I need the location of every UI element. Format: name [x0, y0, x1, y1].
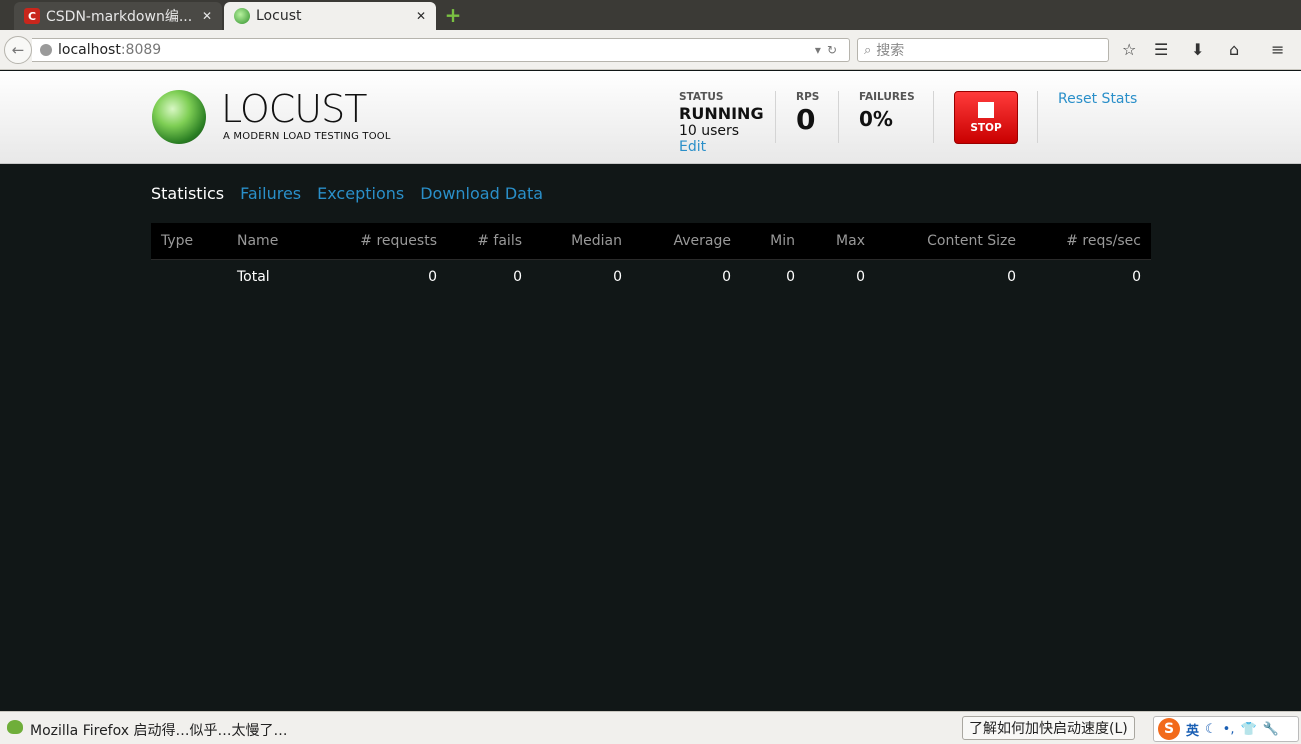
column-header[interactable]: Content Size	[875, 223, 1026, 260]
search-icon: ⌕	[864, 42, 872, 58]
failures-label: FAILURES	[859, 91, 915, 103]
column-header[interactable]: # requests	[337, 223, 447, 260]
url-bar[interactable]: localhost :8089 ▾↻	[32, 38, 850, 62]
locust-icon	[234, 8, 250, 24]
moon-icon[interactable]: ☾	[1205, 722, 1217, 737]
user-count: 10 users	[679, 123, 740, 139]
skin-icon[interactable]: 👕	[1240, 722, 1256, 737]
logo-title: LOCUST	[221, 87, 367, 131]
tab-statistics[interactable]: Statistics	[151, 184, 224, 203]
table-cell: 0	[786, 269, 795, 286]
rps-label: RPS	[796, 91, 820, 103]
failures-box: FAILURES 0%	[859, 91, 915, 131]
navigation-bar: ← localhost :8089 ▾↻ ⌕ 搜索 ☆ ☰ ⬇ ⌂ ≡	[0, 30, 1301, 70]
rps-value: 0	[796, 103, 816, 136]
divider	[838, 91, 839, 143]
download-icon[interactable]: ⬇	[1191, 40, 1204, 59]
browser-window: C CSDN-markdown编... ✕ Locust ✕ + ← local…	[0, 0, 1301, 744]
tab-title: Locust	[256, 8, 302, 24]
csdn-icon: C	[24, 8, 40, 24]
back-button[interactable]: ←	[4, 36, 32, 64]
locust-page: LOCUST A MODERN LOAD TESTING TOOL STATUS…	[0, 71, 1301, 711]
learn-speedup-button[interactable]: 了解如何加快启动速度(L)	[962, 716, 1135, 740]
column-header[interactable]: Median	[532, 223, 632, 260]
divider	[1037, 91, 1038, 143]
column-header[interactable]: Type	[151, 223, 227, 260]
wrench-icon[interactable]: 🔧	[1263, 722, 1279, 737]
column-header[interactable]: Average	[632, 223, 741, 260]
tab-bar: C CSDN-markdown编... ✕ Locust ✕ +	[0, 0, 1301, 30]
url-port: :8089	[120, 42, 162, 58]
stop-button[interactable]: STOP	[954, 91, 1018, 144]
sogou-icon[interactable]: S	[1158, 718, 1180, 740]
locust-logo-icon	[152, 90, 206, 144]
reset-stats-link[interactable]: Reset Stats	[1058, 91, 1137, 107]
table-cell: 0	[722, 269, 731, 286]
table-header-row: Type Name # requests # fails Median Aver…	[151, 223, 1151, 260]
logo-subtitle: A MODERN LOAD TESTING TOOL	[223, 131, 391, 142]
punctuation-icon[interactable]: •,	[1223, 722, 1235, 737]
tab-locust[interactable]: Locust ✕	[224, 2, 436, 30]
home-icon[interactable]: ⌂	[1229, 40, 1239, 59]
table-cell: 0	[513, 269, 522, 286]
status-message: Mozilla Firefox 启动得…似乎…太慢了…	[30, 723, 288, 739]
stop-label: STOP	[970, 121, 1002, 134]
table-cell: 0	[428, 269, 437, 286]
column-header[interactable]: # reqs/sec	[1026, 223, 1151, 260]
table-cell: 0	[856, 269, 865, 286]
ime-toolbar[interactable]: S 英 ☾ •, 👕 🔧	[1153, 716, 1299, 742]
bookmark-star-icon[interactable]: ☆	[1122, 40, 1136, 59]
tab-failures[interactable]: Failures	[240, 184, 301, 203]
rps-box: RPS 0	[796, 91, 819, 136]
status-value: RUNNING	[679, 104, 764, 123]
ime-language[interactable]: 英	[1186, 720, 1199, 739]
close-icon[interactable]: ✕	[416, 9, 426, 23]
column-header[interactable]: Name	[227, 223, 337, 260]
stop-square-icon	[978, 101, 994, 118]
column-header[interactable]: Min	[741, 223, 805, 260]
status-label: STATUS	[679, 91, 724, 103]
tab-exceptions[interactable]: Exceptions	[317, 184, 404, 203]
turtle-icon	[7, 720, 23, 734]
table-row: Total 0 0 0 0 0 0 0 0	[151, 259, 1151, 295]
menu-icon[interactable]: ≡	[1271, 40, 1284, 59]
tab-title: CSDN-markdown编...	[46, 9, 193, 25]
status-bar: Mozilla Firefox 启动得…似乎…太慢了… 了解如何加快启动速度(L…	[0, 711, 1301, 744]
globe-icon	[40, 44, 52, 56]
tab-csdn[interactable]: C CSDN-markdown编... ✕	[14, 2, 222, 30]
search-input[interactable]: ⌕ 搜索	[857, 38, 1109, 62]
dropdown-reload-icons[interactable]: ▾↻	[815, 43, 843, 57]
page-header: LOCUST A MODERN LOAD TESTING TOOL STATUS…	[0, 71, 1301, 164]
search-placeholder: 搜索	[876, 43, 905, 59]
table-cell: 0	[1007, 269, 1016, 286]
failures-value: 0%	[859, 107, 893, 131]
back-arrow-icon: ←	[11, 41, 25, 59]
close-icon[interactable]: ✕	[202, 9, 212, 23]
bookmarks-list-icon[interactable]: ☰	[1154, 40, 1168, 59]
status-box: STATUS RUNNING 10 users Edit	[679, 91, 764, 155]
new-tab-plus-icon[interactable]: +	[444, 5, 462, 25]
table-cell: 0	[1132, 269, 1141, 286]
table-cell	[151, 259, 227, 295]
page-tabs: Statistics Failures Exceptions Download …	[151, 184, 543, 203]
tab-download-data[interactable]: Download Data	[420, 184, 543, 203]
table-cell: Total	[237, 269, 270, 286]
edit-link[interactable]: Edit	[679, 139, 764, 155]
column-header[interactable]: # fails	[447, 223, 532, 260]
statistics-table: Type Name # requests # fails Median Aver…	[151, 223, 1151, 295]
divider	[775, 91, 776, 143]
column-header[interactable]: Max	[805, 223, 875, 260]
table-cell: 0	[613, 269, 622, 286]
url-host: localhost	[58, 42, 121, 58]
divider	[933, 91, 934, 143]
